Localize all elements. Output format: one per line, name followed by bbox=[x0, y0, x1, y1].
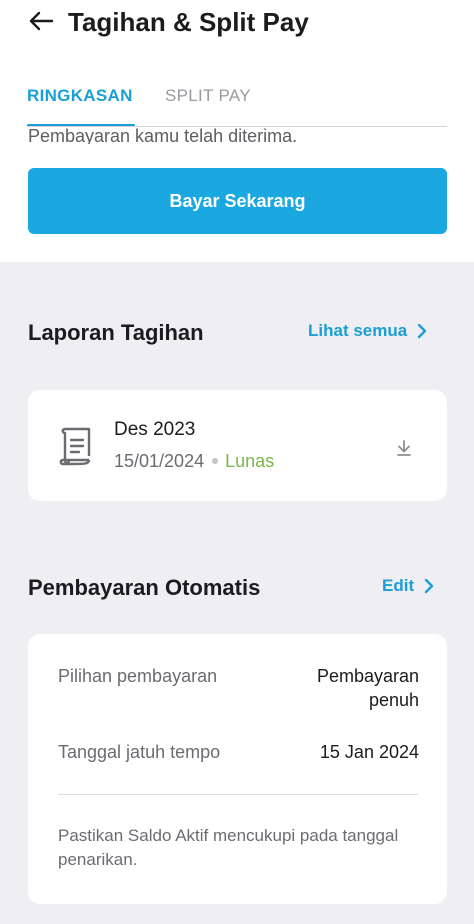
bill-report-title: Laporan Tagihan bbox=[28, 320, 204, 345]
arrow-left-icon[interactable] bbox=[26, 6, 56, 36]
top-section: Tagihan & Split Pay RINGKASAN SPLIT PAY … bbox=[0, 0, 474, 262]
payment-option-value: Pembayaran penuh bbox=[316, 666, 419, 710]
tabs-divider bbox=[27, 126, 447, 127]
chevron-right-icon bbox=[418, 323, 427, 339]
download-icon[interactable] bbox=[390, 434, 418, 462]
payment-option-label: Pilihan pembayaran bbox=[58, 666, 218, 686]
payment-status-label: Pembayaran kamu telah diterima. bbox=[28, 126, 298, 144]
card-divider bbox=[58, 794, 418, 795]
balance-note: Pastikan Saldo Aktif mencukupi pada tang… bbox=[58, 826, 399, 869]
bill-status-badge: Lunas bbox=[225, 451, 275, 471]
auto-payment-card: Pilihan pembayaran Pembayaran penuh Tang… bbox=[28, 634, 447, 904]
tab-split-pay[interactable]: SPLIT PAY bbox=[165, 84, 251, 108]
due-date-value: 15 Jan 2024 bbox=[319, 742, 419, 762]
see-all-label: Lihat semua bbox=[308, 321, 408, 340]
edit-label: Edit bbox=[382, 576, 415, 595]
auto-payment-title: Pembayaran Otomatis bbox=[28, 575, 261, 600]
due-date-label: Tanggal jatuh tempo bbox=[58, 742, 221, 762]
app-header: Tagihan & Split Pay bbox=[0, 0, 474, 48]
payment-status-text: Pembayaran kamu telah diterima. bbox=[28, 120, 448, 144]
edit-link[interactable]: Edit bbox=[382, 574, 434, 598]
separator-dot bbox=[212, 458, 219, 464]
chevron-right-icon bbox=[424, 578, 434, 594]
bill-period: Des 2023 bbox=[114, 419, 196, 440]
document-icon bbox=[58, 426, 94, 466]
bill-meta: 15/01/2024 Lunas bbox=[114, 449, 274, 473]
pay-now-button[interactable]: Bayar Sekarang bbox=[28, 168, 447, 234]
tab-ringkasan[interactable]: RINGKASAN bbox=[27, 84, 133, 108]
see-all-link[interactable]: Lihat semua bbox=[308, 319, 427, 343]
bill-date: 15/01/2024 bbox=[114, 451, 205, 471]
page-title: Tagihan & Split Pay bbox=[68, 7, 309, 37]
bill-item-card[interactable]: Des 2023 15/01/2024 Lunas bbox=[28, 390, 447, 501]
